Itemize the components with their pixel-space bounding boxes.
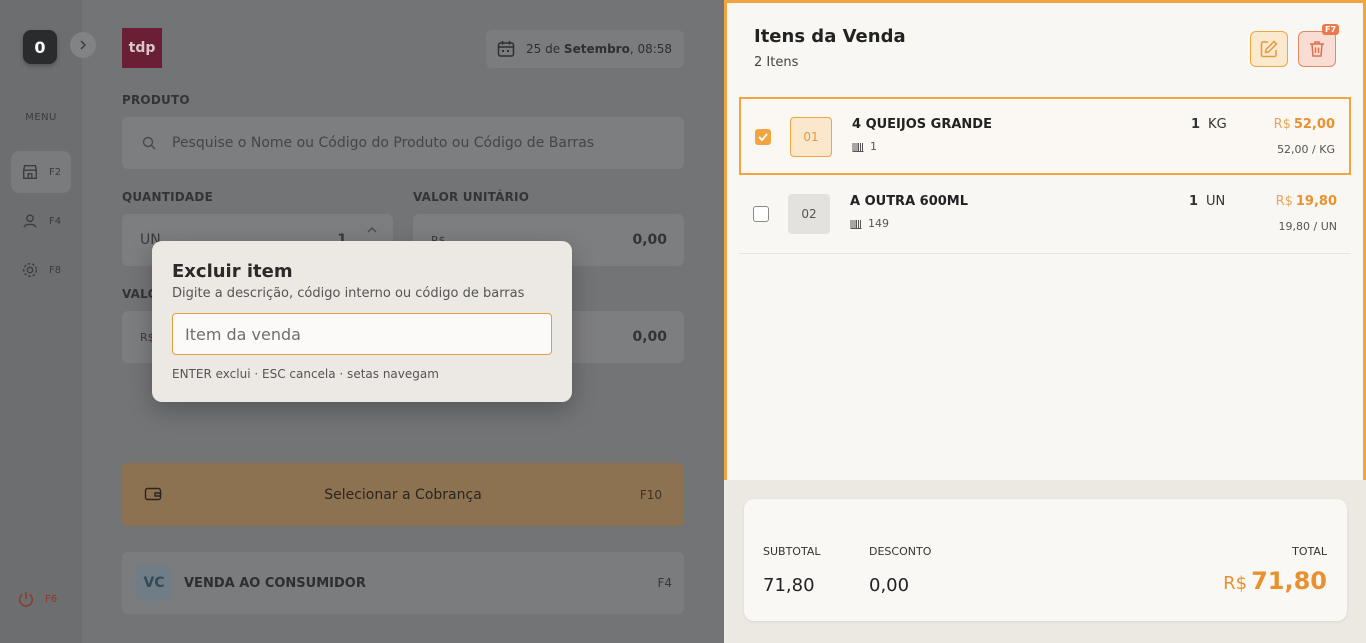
valor-unitario-label: VALOR UNITÁRIO — [413, 190, 530, 204]
items-title: Itens da Venda — [754, 26, 906, 47]
dialog-title: Excluir item — [172, 261, 293, 282]
item-barcode: 1 — [852, 140, 877, 153]
items-count: 2 Itens — [754, 55, 799, 70]
item-unit-price: 52,00 / KG — [1277, 143, 1335, 156]
store-icon — [23, 165, 37, 179]
sidebar-rail — [0, 0, 82, 643]
item-price: R$ 19,80 — [1276, 194, 1337, 209]
delete-shortcut-badge: F7 — [1322, 24, 1340, 35]
edit-icon — [1260, 40, 1278, 58]
total-amount: 71,80 — [1251, 567, 1327, 595]
product-search-input[interactable]: Pesquise o Nome ou Código do Produto ou … — [122, 117, 684, 169]
power-key: F6 — [45, 593, 58, 605]
customer-selector[interactable]: VC VENDA AO CONSUMIDOR F4 — [122, 552, 684, 614]
sidebar-item-settings[interactable]: F8 — [11, 249, 71, 291]
item-qty-value: 1 — [1189, 194, 1199, 209]
item-barcode-value: 1 — [870, 140, 877, 153]
chevron-right-icon — [80, 40, 87, 50]
desconto-label: DESCONTO — [869, 545, 932, 558]
totals-card: SUBTOTAL 71,80 DESCONTO 0,00 TOTAL R$ 71,… — [744, 499, 1347, 621]
date-display: 25 de Setembro, 08:58 — [486, 30, 684, 68]
payment-label: Selecionar a Cobrança — [324, 486, 482, 503]
item-price-value: 19,80 — [1295, 194, 1337, 209]
sale-count-badge[interactable]: 0 — [23, 30, 57, 64]
item-search-input[interactable] — [172, 313, 552, 355]
chevron-up-icon[interactable] — [367, 226, 377, 234]
search-icon — [142, 136, 156, 150]
produto-label: PRODUTO — [122, 93, 190, 107]
search-placeholder: Pesquise o Nome ou Código do Produto ou … — [172, 135, 595, 151]
power-button[interactable]: F6 — [17, 590, 57, 608]
gear-icon — [23, 263, 37, 277]
sidebar-item-key: F8 — [49, 264, 62, 276]
barcode-icon — [852, 142, 864, 152]
select-payment-button[interactable]: Selecionar a Cobrança F10 — [122, 463, 684, 526]
item-price: R$ 52,00 — [1274, 117, 1335, 132]
item-code: 01 — [790, 117, 832, 157]
customer-name: VENDA AO CONSUMIDOR — [184, 575, 366, 591]
item-currency: R$ — [1275, 194, 1293, 209]
item-code: 02 — [788, 194, 830, 234]
power-icon — [18, 591, 34, 607]
total-value: R$ 71,80 — [1223, 567, 1327, 595]
sidebar-item-key: F2 — [49, 166, 62, 178]
delete-item-dialog: Excluir item Digite a descrição, código … — [152, 241, 572, 402]
sidebar-item-user[interactable]: F4 — [11, 200, 71, 242]
date-day: 25 de — [526, 42, 561, 56]
sidebar-item-store[interactable]: F2 — [11, 151, 71, 193]
item-name: 4 QUEIJOS GRANDE — [852, 117, 992, 132]
item-barcode: 149 — [850, 217, 889, 230]
trash-icon — [1310, 41, 1324, 57]
item-unit: UN — [1206, 194, 1226, 209]
calendar-icon — [497, 41, 515, 57]
sidebar-item-key: F4 — [49, 215, 62, 227]
customer-avatar: VC — [136, 565, 172, 601]
dialog-subtitle: Digite a descrição, código interno ou có… — [172, 286, 525, 301]
item-unit-price: 19,80 / UN — [1278, 220, 1337, 233]
edit-item-button[interactable] — [1250, 31, 1288, 67]
total-currency: R$ — [1223, 573, 1248, 594]
dialog-hint: ENTER exclui · ESC cancela · setas naveg… — [172, 367, 439, 381]
item-quantity: 1 KG — [1191, 117, 1227, 132]
item-name: A OUTRA 600ML — [850, 194, 969, 209]
logo-text: tdp — [128, 40, 156, 56]
item-price-value: 52,00 — [1293, 117, 1335, 132]
item-barcode-value: 149 — [868, 217, 889, 230]
menu-label: MENU — [25, 112, 57, 123]
subtotal-value: 71,80 — [763, 575, 815, 596]
barcode-icon — [850, 219, 862, 229]
date-time: , 08:58 — [629, 42, 673, 56]
user-icon — [23, 214, 37, 228]
payment-key: F10 — [639, 487, 662, 502]
item-unit: KG — [1208, 117, 1227, 132]
item-qty-value: 1 — [1191, 117, 1201, 132]
desconto-value: 0,00 — [869, 575, 910, 596]
date-month: Setembro — [563, 42, 630, 56]
unit-price-value: 0,00 — [632, 232, 667, 248]
item-currency: R$ — [1273, 117, 1291, 132]
customer-key: F4 — [657, 576, 672, 590]
item-checkbox[interactable] — [753, 206, 769, 222]
item-quantity: 1 UN — [1189, 194, 1225, 209]
delete-item-button[interactable] — [1298, 31, 1336, 67]
total-price-value: 0,00 — [632, 329, 667, 345]
expand-sidebar-button[interactable] — [70, 32, 96, 58]
check-icon — [758, 133, 768, 141]
sale-item-row[interactable]: 01 4 QUEIJOS GRANDE 1 1 KG R$ 52,00 52,00 … — [739, 97, 1351, 175]
total-label: TOTAL — [1292, 545, 1327, 558]
wallet-icon — [144, 487, 162, 501]
sale-item-row[interactable]: 02 A OUTRA 600ML 149 1 UN R$ 19,80 19,80 /… — [739, 176, 1351, 254]
item-checkbox[interactable] — [755, 129, 771, 145]
quantidade-label: QUANTIDADE — [122, 190, 213, 204]
store-logo: tdp — [122, 28, 162, 68]
subtotal-label: SUBTOTAL — [763, 545, 821, 558]
